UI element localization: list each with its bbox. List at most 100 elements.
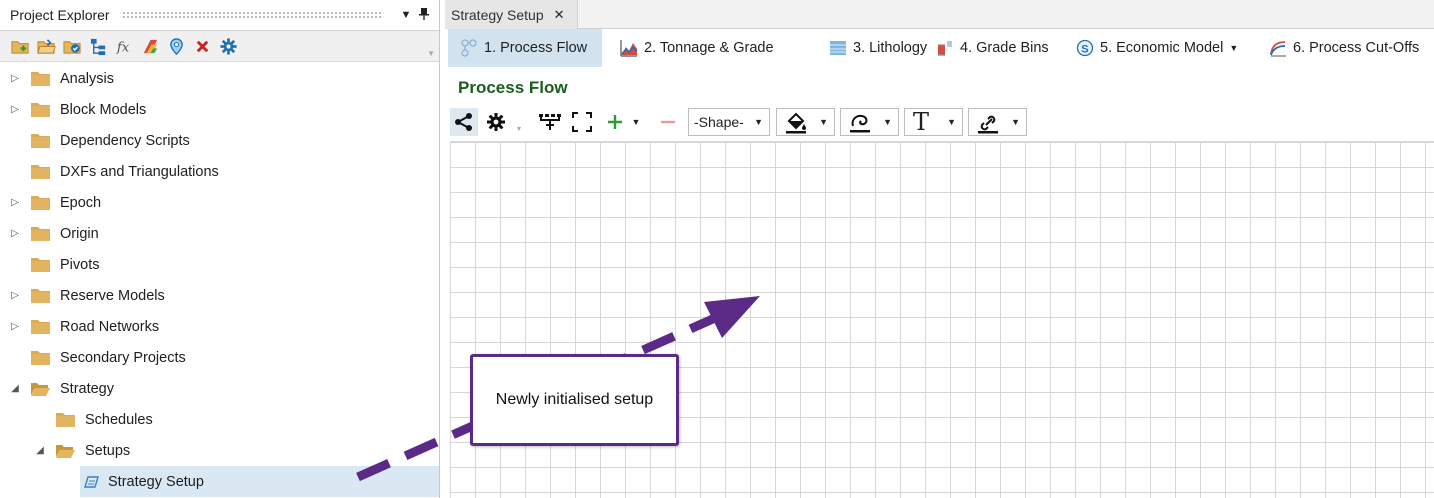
folder-open-icon bbox=[55, 443, 76, 459]
drag-grip[interactable] bbox=[121, 10, 383, 20]
pin-icon[interactable] bbox=[415, 7, 433, 23]
expand-arrow-icon[interactable]: ▷ bbox=[10, 104, 20, 115]
expand-arrow-icon[interactable]: ▷ bbox=[10, 228, 20, 239]
tree-item-road-networks[interactable]: ▷ Road Networks bbox=[0, 311, 439, 342]
tab-grade-bins[interactable]: 4. Grade Bins bbox=[924, 29, 1054, 67]
tree-item-setups[interactable]: ◢ Setups bbox=[0, 435, 439, 466]
expand-arrow-icon[interactable]: ▷ bbox=[10, 73, 20, 84]
tonnage-chart-icon bbox=[620, 39, 638, 57]
tree-view-icon[interactable] bbox=[88, 36, 109, 57]
cutoff-curve-icon bbox=[1269, 39, 1287, 57]
tab-label: 6. Process Cut-Offs bbox=[1293, 40, 1420, 56]
remove-icon[interactable] bbox=[656, 108, 680, 136]
shape-select[interactable]: -Shape- ▼ bbox=[688, 108, 770, 136]
folder-icon bbox=[30, 350, 51, 366]
line-color-picker[interactable]: ▼ bbox=[840, 108, 899, 136]
fill-icon bbox=[785, 112, 807, 137]
tree-item-origin[interactable]: ▷ Origin bbox=[0, 218, 439, 249]
setup-steps-tabbar: 1. Process Flow 2. Tonnage & Grade 3. Lith… bbox=[445, 29, 1434, 69]
folder-icon bbox=[30, 164, 51, 180]
tree-item-label: Analysis bbox=[60, 70, 114, 87]
tab-process-cut-offs[interactable]: 6. Process Cut-Offs bbox=[1257, 29, 1427, 67]
tree-item-epoch[interactable]: ▷ Epoch bbox=[0, 187, 439, 218]
document-tab-strategy-setup[interactable]: Strategy Setup ✕ bbox=[445, 0, 578, 29]
tab-label: 1. Process Flow bbox=[484, 40, 588, 56]
function-icon[interactable]: fx bbox=[114, 36, 135, 57]
link-style-picker[interactable]: ▼ bbox=[968, 108, 1027, 136]
map-pin-icon[interactable] bbox=[166, 36, 187, 57]
share-icon[interactable] bbox=[450, 108, 478, 136]
tree-item-strategy-setup[interactable]: Strategy Setup bbox=[80, 466, 439, 497]
close-tab-icon[interactable]: ✕ bbox=[554, 7, 565, 23]
tree-item-pivots[interactable]: Pivots bbox=[0, 249, 439, 280]
tab-economic-model[interactable]: S 5. Economic Model ▼ bbox=[1064, 29, 1249, 67]
annotation-callout: Newly initialised setup bbox=[470, 354, 679, 446]
tree-item-analysis[interactable]: ▷ Analysis bbox=[0, 63, 439, 94]
folder-icon bbox=[30, 319, 51, 335]
tree-item-secondary-projects[interactable]: Secondary Projects bbox=[0, 342, 439, 373]
chevron-down-icon: ▼ bbox=[947, 117, 956, 127]
collapse-arrow-icon[interactable]: ◢ bbox=[35, 445, 45, 456]
explorer-toolbar: fx ▼ bbox=[0, 31, 439, 62]
tree-item-label: Strategy bbox=[60, 380, 114, 397]
tree-item-reserve-models[interactable]: ▷ Reserve Models bbox=[0, 280, 439, 311]
tree-item-schedules[interactable]: Schedules bbox=[0, 404, 439, 435]
folder-check-icon[interactable] bbox=[62, 36, 83, 57]
text-format-picker[interactable]: T ▼ bbox=[904, 108, 963, 136]
tree-item-dependency-scripts[interactable]: Dependency Scripts bbox=[0, 125, 439, 156]
economic-model-icon: S bbox=[1076, 39, 1094, 57]
tree-item-label: Reserve Models bbox=[60, 287, 165, 304]
tree-item-label: Origin bbox=[60, 225, 99, 242]
tree-item-block-models[interactable]: ▷ Block Models bbox=[0, 94, 439, 125]
open-folder-icon[interactable] bbox=[36, 36, 57, 57]
tab-process-flow[interactable]: 1. Process Flow bbox=[448, 29, 602, 67]
chevron-down-icon: ▼ bbox=[819, 117, 828, 127]
expand-arrow-icon[interactable]: ▷ bbox=[10, 321, 20, 332]
line-color-icon bbox=[849, 112, 871, 137]
folder-open-icon bbox=[30, 381, 51, 397]
svg-text:S: S bbox=[1081, 44, 1088, 56]
delete-icon[interactable] bbox=[192, 36, 213, 57]
tree-item-label: Pivots bbox=[60, 256, 100, 273]
panel-title: Project Explorer bbox=[10, 7, 110, 23]
chevron-down-icon: ▼ bbox=[1011, 117, 1020, 127]
expand-arrow-icon[interactable]: ▷ bbox=[10, 290, 20, 301]
tree-item-strategy[interactable]: ◢ Strategy bbox=[0, 373, 439, 404]
tab-label: 2. Tonnage & Grade bbox=[644, 40, 774, 56]
toolbar-overflow-icon[interactable]: ▼ bbox=[427, 49, 435, 58]
collapse-arrow-icon[interactable]: ◢ bbox=[10, 383, 20, 394]
tree-item-label: Dependency Scripts bbox=[60, 132, 190, 149]
add-dropdown-icon[interactable]: ▼ bbox=[630, 108, 642, 136]
fill-color-picker[interactable]: ▼ bbox=[776, 108, 835, 136]
diagram-toolbar: ▼ ▼ -Shape- ▼ ▼ ▼ T ▼ ▼ bbox=[450, 106, 1434, 138]
lithology-icon bbox=[829, 39, 847, 57]
fit-to-screen-icon[interactable] bbox=[570, 108, 594, 136]
svg-text:fx: fx bbox=[116, 40, 130, 55]
tab-lithology[interactable]: 3. Lithology bbox=[817, 29, 927, 67]
text-icon: T bbox=[913, 108, 930, 136]
settings-icon[interactable] bbox=[218, 36, 239, 57]
panel-header: Project Explorer ▼ bbox=[0, 0, 439, 31]
panel-menu-dropdown-icon[interactable]: ▼ bbox=[397, 9, 415, 21]
tree-item-label: Strategy Setup bbox=[108, 473, 204, 490]
diagram-settings-icon[interactable] bbox=[482, 108, 510, 136]
tree-item-label: Epoch bbox=[60, 194, 102, 211]
tree-item-dxfs-and-triangulations[interactable]: DXFs and Triangulations bbox=[0, 156, 439, 187]
new-folder-icon[interactable] bbox=[10, 36, 31, 57]
folder-icon bbox=[30, 226, 51, 242]
tree-item-label: Block Models bbox=[60, 101, 147, 118]
tab-label: 5. Economic Model bbox=[1100, 40, 1224, 56]
grade-bins-icon bbox=[936, 39, 954, 57]
tab-tonnage-grade[interactable]: 2. Tonnage & Grade bbox=[608, 29, 808, 67]
chevron-down-icon[interactable]: ▼ bbox=[1229, 43, 1238, 53]
overflow-caret-icon[interactable]: ▼ bbox=[514, 124, 524, 134]
document-tab-label: Strategy Setup bbox=[451, 6, 544, 23]
expand-arrow-icon[interactable]: ▷ bbox=[10, 197, 20, 208]
callout-text: Newly initialised setup bbox=[495, 391, 654, 408]
folder-icon bbox=[30, 288, 51, 304]
folder-icon bbox=[30, 257, 51, 273]
add-icon[interactable] bbox=[604, 108, 626, 136]
hierarchy-icon[interactable] bbox=[538, 108, 562, 136]
project-tree: ▷ Analysis ▷ Block Models Dependency Scripts… bbox=[0, 63, 439, 497]
layers-icon[interactable] bbox=[140, 36, 161, 57]
